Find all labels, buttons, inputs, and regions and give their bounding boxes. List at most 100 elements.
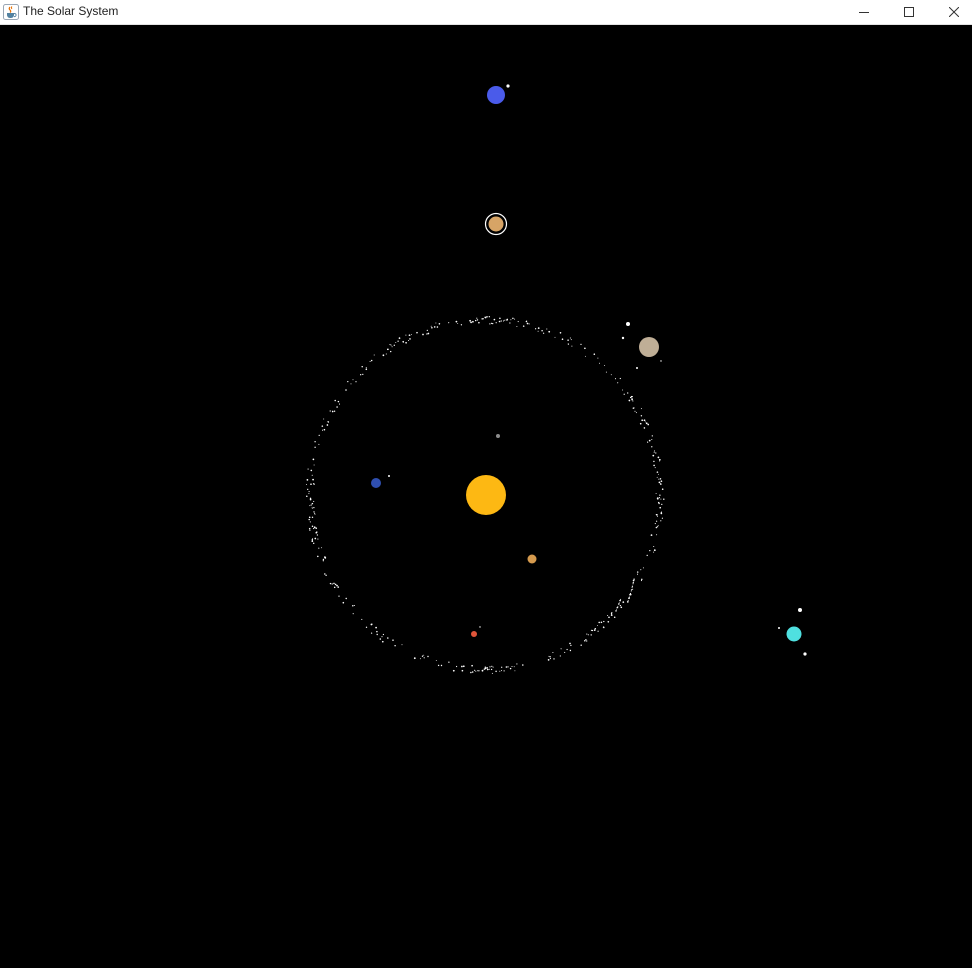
asteroid xyxy=(642,567,644,569)
asteroid xyxy=(509,322,511,324)
asteroid xyxy=(661,488,664,490)
asteroid xyxy=(597,630,599,632)
asteroid xyxy=(435,322,437,324)
asteroid xyxy=(500,320,502,322)
mars-moon xyxy=(479,626,481,628)
solar-system-canvas[interactable] xyxy=(0,25,972,968)
asteroid xyxy=(313,506,315,509)
asteroid xyxy=(311,502,314,505)
asteroid xyxy=(586,633,588,635)
asteroid xyxy=(333,586,336,589)
asteroid xyxy=(316,531,318,533)
asteroid xyxy=(329,582,332,585)
asteroid xyxy=(323,418,325,420)
title-bar[interactable]: The Solar System xyxy=(0,0,972,25)
asteroid xyxy=(640,569,642,571)
asteroid xyxy=(655,493,657,494)
asteroid xyxy=(658,481,661,484)
asteroid xyxy=(489,323,491,325)
asteroid xyxy=(361,365,363,368)
asteroid xyxy=(597,357,599,359)
asteroid xyxy=(440,664,443,667)
asteroid xyxy=(649,549,651,552)
asteroid xyxy=(631,587,633,588)
asteroid xyxy=(309,529,311,531)
asteroid xyxy=(484,316,486,319)
asteroid xyxy=(421,655,424,657)
asteroid xyxy=(311,538,314,541)
asteroid xyxy=(598,621,600,624)
asteroid xyxy=(460,324,463,326)
asteroid xyxy=(509,667,512,670)
uranus xyxy=(786,626,802,642)
asteroid xyxy=(456,665,458,668)
asteroid xyxy=(361,618,363,620)
asteroid xyxy=(514,670,516,672)
asteroid xyxy=(641,578,643,581)
jupiter-moon xyxy=(636,367,638,369)
asteroid xyxy=(643,419,646,422)
close-button[interactable] xyxy=(931,0,972,24)
asteroid xyxy=(307,468,309,470)
asteroid xyxy=(355,381,357,383)
asteroid xyxy=(619,604,622,607)
asteroid xyxy=(313,483,315,485)
asteroid xyxy=(461,665,463,668)
asteroid xyxy=(394,644,396,647)
asteroid xyxy=(658,497,660,499)
asteroid xyxy=(505,666,508,668)
asteroid xyxy=(370,632,373,634)
asteroid xyxy=(490,668,493,671)
asteroid xyxy=(435,660,437,662)
asteroid xyxy=(307,488,309,491)
asteroid xyxy=(337,400,340,403)
asteroid xyxy=(313,500,315,502)
asteroid xyxy=(653,451,655,453)
asteroid xyxy=(522,664,524,666)
asteroid xyxy=(312,478,314,481)
java-cup-icon xyxy=(3,4,19,20)
asteroid xyxy=(365,626,368,628)
asteroid xyxy=(534,328,537,330)
asteroid xyxy=(648,439,651,442)
asteroid xyxy=(310,483,312,486)
asteroid xyxy=(486,316,488,318)
maximize-button[interactable] xyxy=(886,0,932,24)
asteroid xyxy=(370,359,373,362)
asteroid xyxy=(313,464,315,466)
asteroid xyxy=(505,319,507,321)
asteroid xyxy=(345,597,347,600)
asteroid xyxy=(630,589,633,591)
asteroid xyxy=(654,467,656,469)
asteroid xyxy=(448,661,450,663)
asteroid xyxy=(373,354,375,356)
asteroid xyxy=(659,494,661,496)
asteroid xyxy=(353,604,355,607)
asteroid xyxy=(570,644,572,647)
asteroid xyxy=(318,434,320,437)
asteroid xyxy=(309,521,311,523)
asteroid xyxy=(653,549,656,552)
asteroid xyxy=(336,584,338,587)
asteroid xyxy=(656,471,659,473)
asteroid xyxy=(495,322,497,324)
asteroid xyxy=(542,332,545,334)
asteroid xyxy=(571,345,573,347)
asteroid xyxy=(327,421,329,423)
asteroid xyxy=(448,322,450,324)
jupiter xyxy=(639,337,659,357)
asteroid xyxy=(640,408,642,410)
asteroid xyxy=(423,654,425,656)
asteroid xyxy=(433,326,436,328)
asteroid xyxy=(472,320,474,323)
asteroid xyxy=(656,476,658,478)
asteroid xyxy=(604,365,606,367)
asteroid xyxy=(653,545,655,548)
asteroid xyxy=(639,422,642,425)
asteroid xyxy=(653,551,655,553)
asteroid xyxy=(337,586,340,588)
asteroid xyxy=(475,670,477,672)
asteroid xyxy=(554,336,556,338)
minimize-button[interactable] xyxy=(841,0,887,24)
asteroid xyxy=(392,639,394,641)
